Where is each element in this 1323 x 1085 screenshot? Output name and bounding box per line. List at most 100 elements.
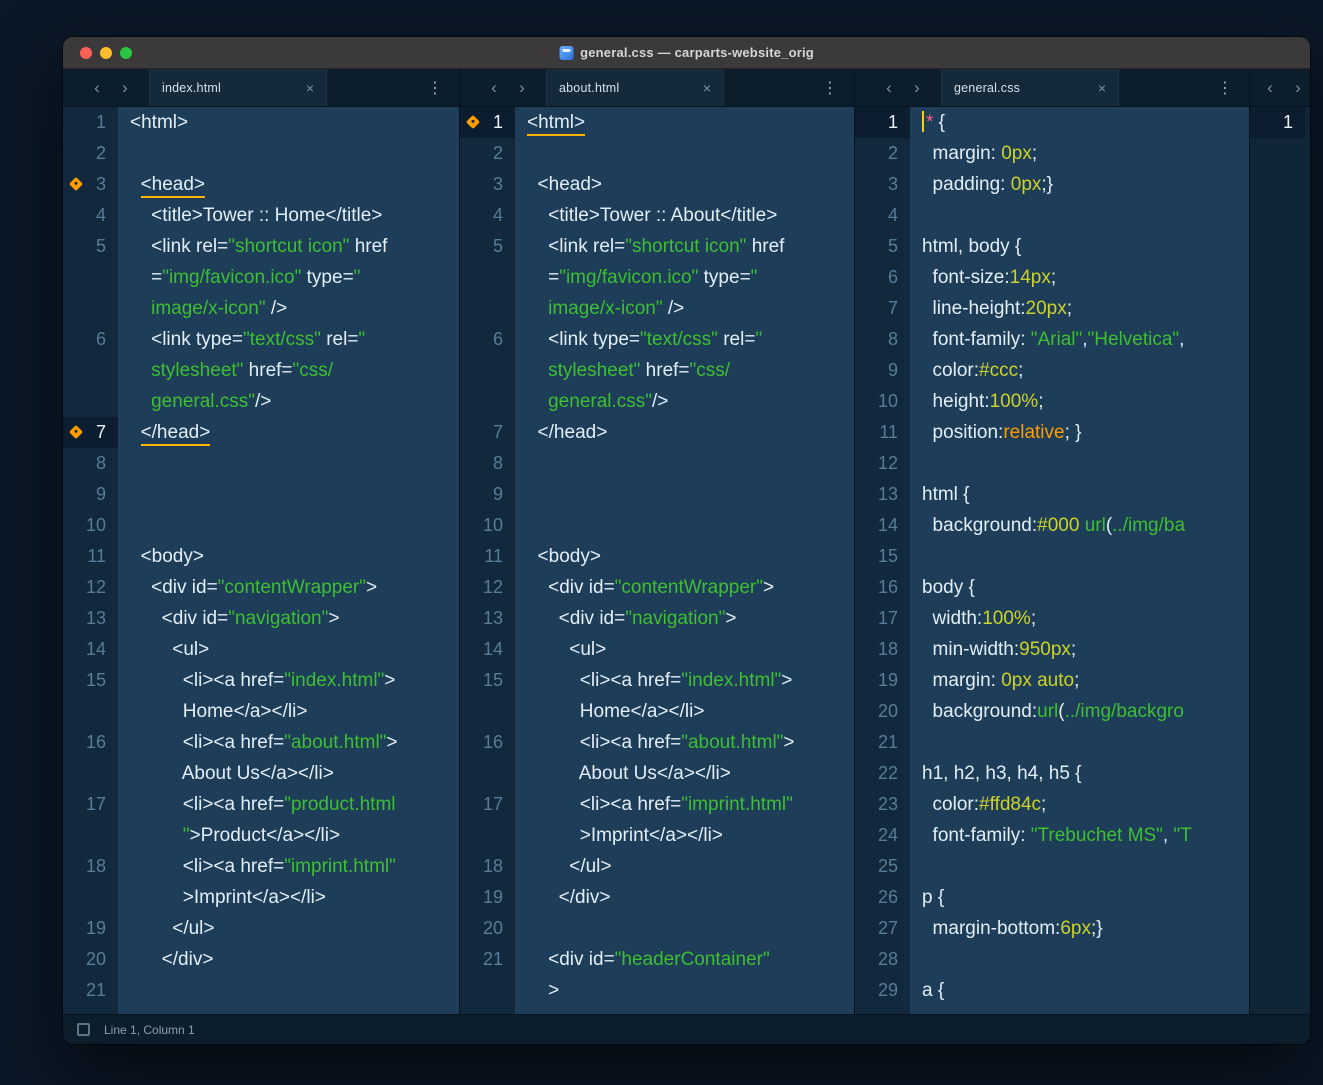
code-line[interactable]: <head>: [118, 169, 459, 200]
code-line[interactable]: line-height:20px;: [910, 293, 1249, 324]
code-line[interactable]: position:relative; }: [910, 417, 1249, 448]
history-back-icon[interactable]: ‹: [1256, 70, 1284, 106]
code-line[interactable]: font-family: "Arial","Helvetica",: [910, 324, 1249, 355]
code-line[interactable]: <link type="text/css" rel=": [515, 324, 854, 355]
code-line[interactable]: <li><a href="index.html">: [118, 665, 459, 696]
close-window-button[interactable]: [80, 47, 92, 59]
code-editor[interactable]: 1<html>23 <head>4 <title>Tower :: About<…: [460, 107, 854, 1014]
code-line[interactable]: <body>: [515, 541, 854, 572]
code-line[interactable]: [118, 510, 459, 541]
code-line[interactable]: html {: [910, 479, 1249, 510]
code-line[interactable]: <div id="contentWrapper">: [118, 572, 459, 603]
code-line[interactable]: <ul>: [515, 634, 854, 665]
tab-overflow-menu-icon[interactable]: ⋮: [427, 78, 443, 98]
code-line[interactable]: p {: [910, 882, 1249, 913]
code-line[interactable]: [515, 479, 854, 510]
code-line[interactable]: Home</a></li>: [118, 696, 459, 727]
history-forward-icon[interactable]: ›: [508, 70, 536, 106]
code-line[interactable]: <li><a href="imprint.html": [515, 789, 854, 820]
code-line[interactable]: [910, 448, 1249, 479]
minimize-window-button[interactable]: [100, 47, 112, 59]
code-line[interactable]: color:#ccc;: [910, 355, 1249, 386]
code-line[interactable]: general.css"/>: [118, 386, 459, 417]
code-line[interactable]: * {: [910, 107, 1249, 138]
code-line[interactable]: [118, 448, 459, 479]
code-line[interactable]: image/x-icon" />: [515, 293, 854, 324]
code-line[interactable]: [910, 727, 1249, 758]
tab-close-icon[interactable]: ×: [306, 80, 314, 96]
code-line[interactable]: padding: 0px;}: [910, 169, 1249, 200]
code-line[interactable]: <head>: [515, 169, 854, 200]
tab-overflow-menu-icon[interactable]: ⋮: [822, 78, 838, 98]
history-back-icon[interactable]: ‹: [83, 70, 111, 106]
code-line[interactable]: height:100%;: [910, 386, 1249, 417]
code-line[interactable]: <li><a href="about.html">: [118, 727, 459, 758]
code-line[interactable]: <html>: [515, 107, 854, 138]
code-line[interactable]: [910, 200, 1249, 231]
code-line[interactable]: </ul>: [515, 851, 854, 882]
history-forward-icon[interactable]: ›: [903, 70, 931, 106]
code-line[interactable]: <li><a href="product.html: [118, 789, 459, 820]
code-line[interactable]: <link rel="shortcut icon" href: [515, 231, 854, 262]
code-line[interactable]: </ul>: [118, 913, 459, 944]
code-line[interactable]: <title>Tower :: Home</title>: [118, 200, 459, 231]
code-line[interactable]: [1305, 107, 1310, 138]
code-line[interactable]: color:#ffd84c;: [910, 789, 1249, 820]
code-line[interactable]: stylesheet" href="css/: [118, 355, 459, 386]
code-line[interactable]: margin: 0px;: [910, 138, 1249, 169]
tab-overflow-menu-icon[interactable]: ⋮: [1217, 78, 1233, 98]
code-line[interactable]: a {: [910, 975, 1249, 1006]
code-line[interactable]: <li><a href="about.html">: [515, 727, 854, 758]
code-line[interactable]: min-width:950px;: [910, 634, 1249, 665]
tab-general.css[interactable]: general.css×: [941, 69, 1119, 106]
code-line[interactable]: ="img/favicon.ico" type=": [118, 262, 459, 293]
code-line[interactable]: <li><a href="index.html">: [515, 665, 854, 696]
code-line[interactable]: stylesheet" href="css/: [515, 355, 854, 386]
code-line[interactable]: h1, h2, h3, h4, h5 {: [910, 758, 1249, 789]
code-line[interactable]: </head>: [118, 417, 459, 448]
code-line[interactable]: <div id="navigation">: [118, 603, 459, 634]
code-line[interactable]: >Imprint</a></li>: [515, 820, 854, 851]
code-line[interactable]: <link type="text/css" rel=": [118, 324, 459, 355]
code-line[interactable]: <div id="navigation">: [515, 603, 854, 634]
code-line[interactable]: [515, 138, 854, 169]
code-line[interactable]: >Imprint</a></li>: [118, 882, 459, 913]
code-line[interactable]: general.css"/>: [515, 386, 854, 417]
code-line[interactable]: margin-bottom:6px;}: [910, 913, 1249, 944]
code-line[interactable]: <link rel="shortcut icon" href: [118, 231, 459, 262]
code-line[interactable]: >: [515, 975, 854, 1006]
code-line[interactable]: <body>: [118, 541, 459, 572]
code-line[interactable]: [515, 913, 854, 944]
history-back-icon[interactable]: ‹: [480, 70, 508, 106]
code-editor[interactable]: 1<html>23 <head>4 <title>Tower :: Home</…: [63, 107, 459, 1014]
history-back-icon[interactable]: ‹: [875, 70, 903, 106]
code-line[interactable]: </div>: [118, 944, 459, 975]
code-line[interactable]: html, body {: [910, 231, 1249, 262]
tab-close-icon[interactable]: ×: [1098, 80, 1106, 96]
code-line[interactable]: About Us</a></li>: [118, 758, 459, 789]
code-line[interactable]: [515, 448, 854, 479]
code-line[interactable]: font-family: "Trebuchet MS", "T: [910, 820, 1249, 851]
code-line[interactable]: <html>: [118, 107, 459, 138]
code-line[interactable]: ">Product</a></li>: [118, 820, 459, 851]
code-line[interactable]: [910, 944, 1249, 975]
code-line[interactable]: [118, 479, 459, 510]
code-line[interactable]: width:100%;: [910, 603, 1249, 634]
code-line[interactable]: body {: [910, 572, 1249, 603]
code-line[interactable]: <ul>: [118, 634, 459, 665]
window-titlebar[interactable]: general.css — carparts-website_orig: [63, 37, 1310, 69]
code-line[interactable]: background:#000 url(../img/ba: [910, 510, 1249, 541]
code-line[interactable]: image/x-icon" />: [118, 293, 459, 324]
code-line[interactable]: [910, 541, 1249, 572]
code-line[interactable]: [910, 851, 1249, 882]
code-line[interactable]: <div id="headerContainer": [515, 944, 854, 975]
code-line[interactable]: font-size:14px;: [910, 262, 1249, 293]
code-editor[interactable]: 1* {2 margin: 0px;3 padding: 0px;}45html…: [855, 107, 1249, 1014]
code-line[interactable]: About Us</a></li>: [515, 758, 854, 789]
code-line[interactable]: ="img/favicon.ico" type=": [515, 262, 854, 293]
code-line[interactable]: background:url(../img/backgro: [910, 696, 1249, 727]
code-line[interactable]: <li><a href="imprint.html": [118, 851, 459, 882]
maximize-window-button[interactable]: [120, 47, 132, 59]
tab-close-icon[interactable]: ×: [703, 80, 711, 96]
code-line[interactable]: <div id="contentWrapper">: [515, 572, 854, 603]
